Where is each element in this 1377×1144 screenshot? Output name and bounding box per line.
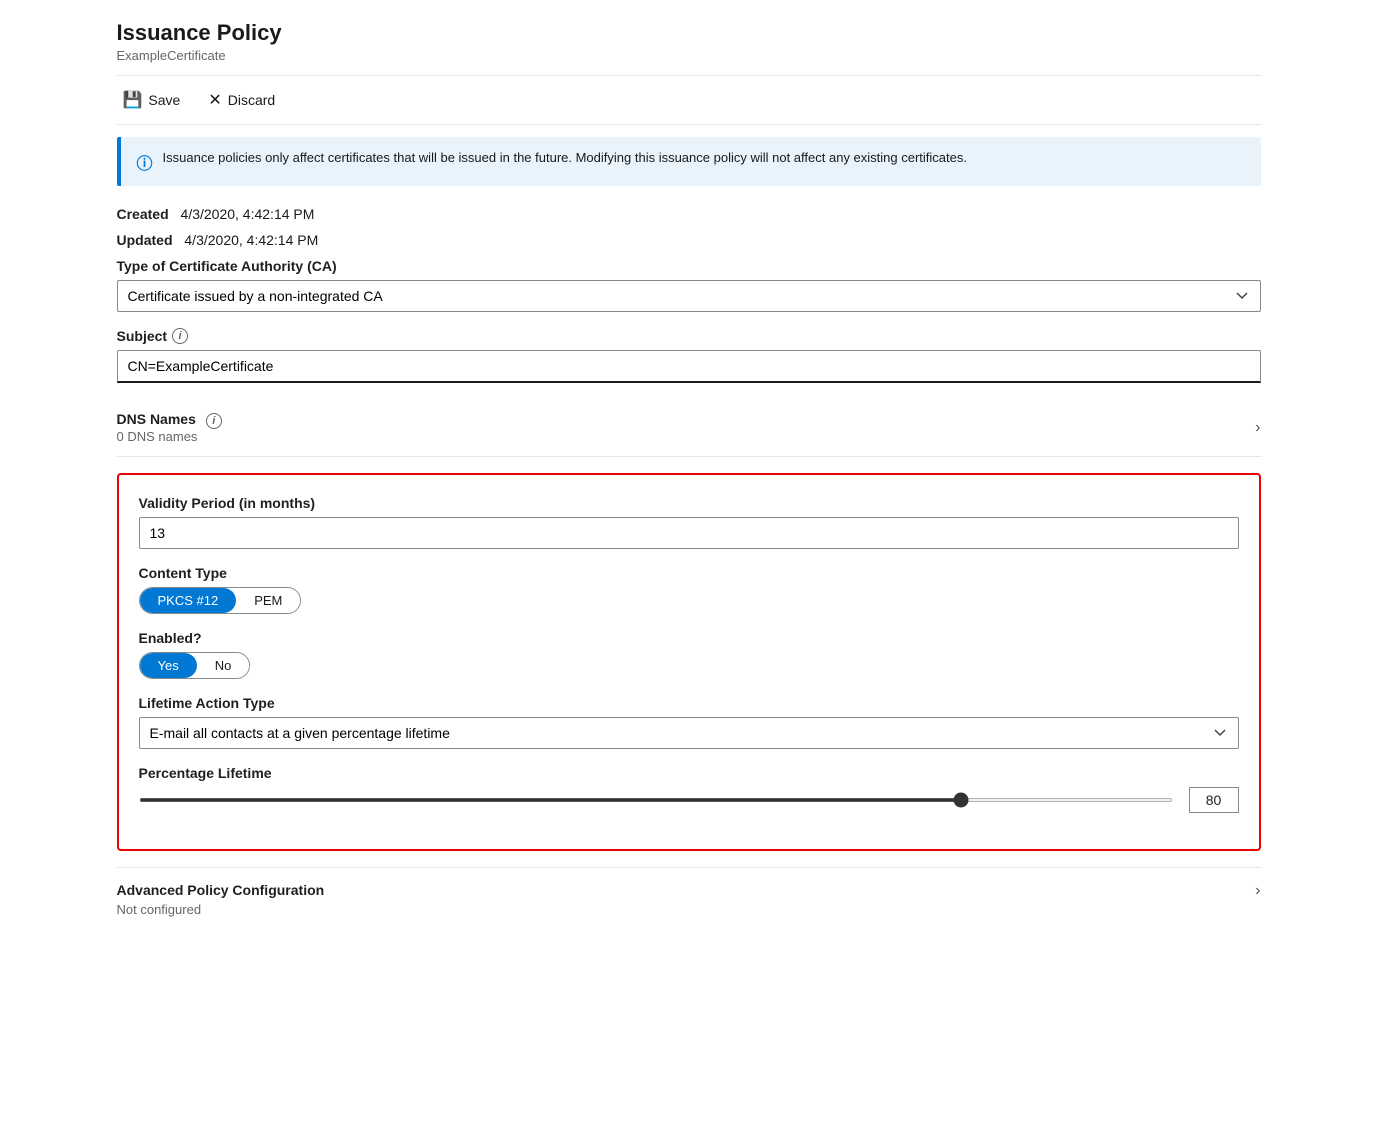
dns-info-icon: i: [206, 413, 222, 429]
dns-names-info: DNS Names i 0 DNS names: [117, 411, 222, 444]
ca-type-select[interactable]: Certificate issued by a non-integrated C…: [117, 280, 1261, 312]
ca-type-group: Type of Certificate Authority (CA) Certi…: [117, 258, 1261, 312]
percentage-lifetime-label: Percentage Lifetime: [139, 765, 1239, 781]
validity-period-group: Validity Period (in months): [139, 495, 1239, 549]
lifetime-action-label: Lifetime Action Type: [139, 695, 1239, 711]
lifetime-action-group: Lifetime Action Type E-mail all contacts…: [139, 695, 1239, 749]
discard-button[interactable]: ✕ Discard: [202, 86, 281, 114]
highlighted-section: Validity Period (in months) Content Type…: [117, 473, 1261, 851]
updated-row: Updated 4/3/2020, 4:42:14 PM: [117, 232, 1261, 248]
percentage-value-box: 80: [1189, 787, 1239, 813]
created-row: Created 4/3/2020, 4:42:14 PM: [117, 206, 1261, 222]
content-type-toggle: PKCS #12 PEM: [139, 587, 302, 614]
subject-info-icon: i: [172, 328, 188, 344]
pkcs12-toggle-btn[interactable]: PKCS #12: [140, 588, 237, 613]
ca-type-label: Type of Certificate Authority (CA): [117, 258, 1261, 274]
page-header: Issuance Policy ExampleCertificate: [117, 20, 1261, 63]
content-type-label: Content Type: [139, 565, 1239, 581]
info-banner: ⓘ Issuance policies only affect certific…: [117, 137, 1261, 186]
validity-period-input[interactable]: [139, 517, 1239, 549]
subject-label: Subject i: [117, 328, 1261, 344]
page-subtitle: ExampleCertificate: [117, 48, 1261, 63]
info-icon: ⓘ: [137, 150, 153, 174]
yes-toggle-btn[interactable]: Yes: [140, 653, 197, 678]
content-type-group: Content Type PKCS #12 PEM: [139, 565, 1239, 614]
lifetime-action-select[interactable]: E-mail all contacts at a given percentag…: [139, 717, 1239, 749]
save-icon: 💾: [123, 90, 143, 110]
save-button[interactable]: 💾 Save: [117, 86, 187, 114]
subject-group: Subject i: [117, 328, 1261, 383]
enabled-toggle: Yes No: [139, 652, 251, 679]
toolbar: 💾 Save ✕ Discard: [117, 75, 1261, 125]
advanced-policy-info: Advanced Policy Configuration Not config…: [117, 882, 325, 917]
enabled-group: Enabled? Yes No: [139, 630, 1239, 679]
percentage-slider-container: 80: [139, 787, 1239, 813]
dns-chevron-icon: ›: [1255, 419, 1260, 437]
discard-icon: ✕: [208, 90, 221, 110]
advanced-policy-row[interactable]: Advanced Policy Configuration Not config…: [117, 867, 1261, 931]
enabled-label: Enabled?: [139, 630, 1239, 646]
percentage-slider[interactable]: [139, 798, 1173, 802]
subject-input[interactable]: [117, 350, 1261, 383]
validity-period-label: Validity Period (in months): [139, 495, 1239, 511]
info-banner-text: Issuance policies only affect certificat…: [163, 149, 967, 167]
no-toggle-btn[interactable]: No: [197, 653, 250, 678]
page-title: Issuance Policy: [117, 20, 1261, 46]
advanced-chevron-icon: ›: [1255, 882, 1260, 900]
dns-names-row[interactable]: DNS Names i 0 DNS names ›: [117, 399, 1261, 457]
pem-toggle-btn[interactable]: PEM: [236, 588, 300, 613]
percentage-lifetime-group: Percentage Lifetime 80: [139, 765, 1239, 813]
